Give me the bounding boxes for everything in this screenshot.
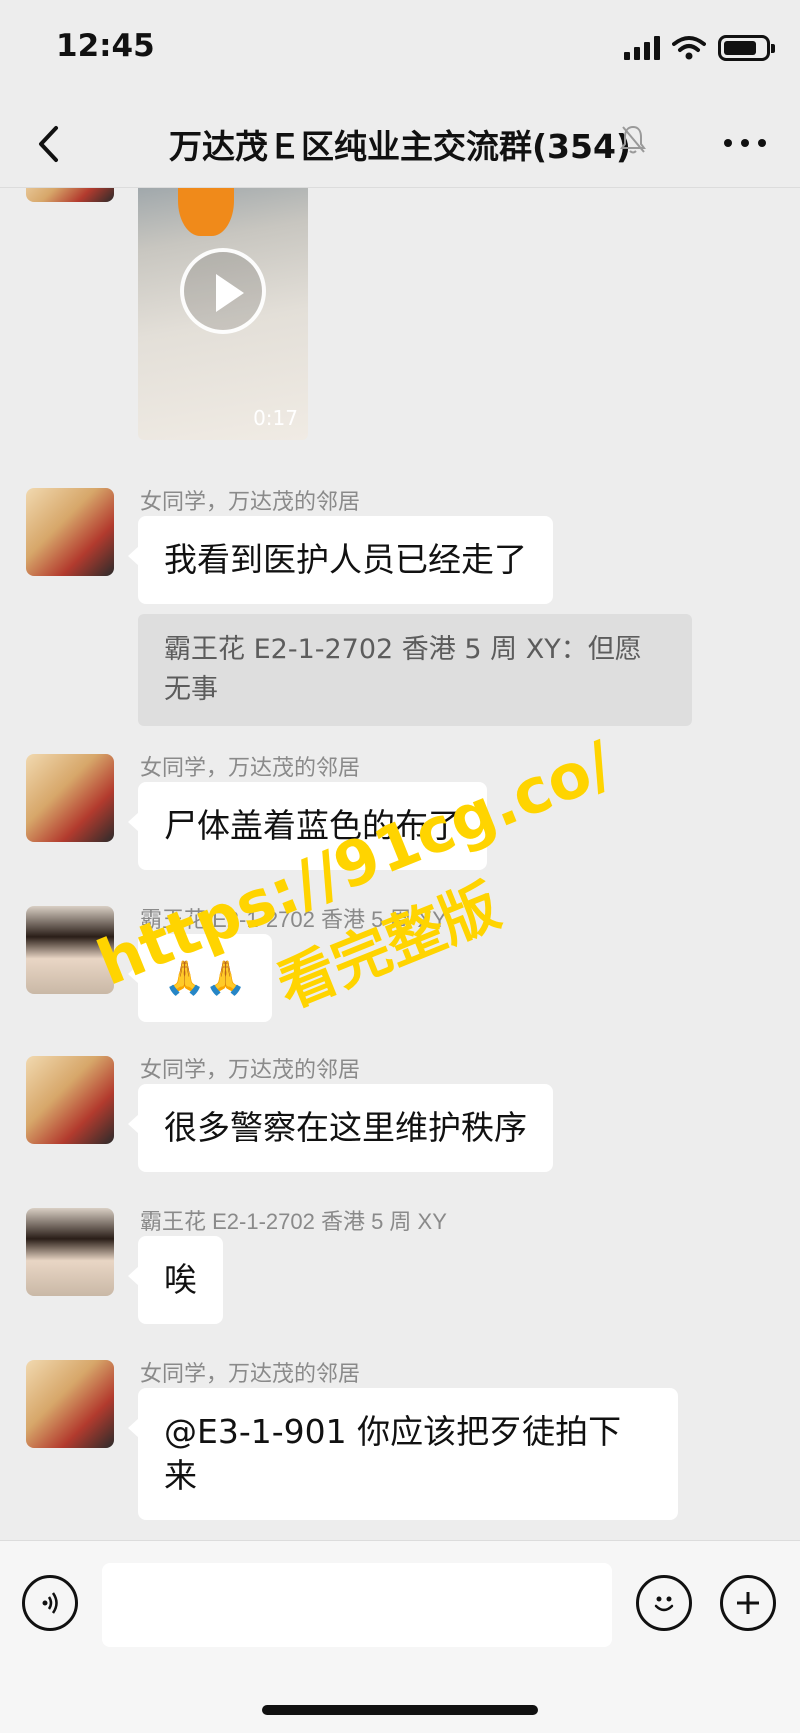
sender-name: 女同学，万达茂的邻居 (140, 1361, 361, 1386)
sender-name: 女同学，万达茂的邻居 (140, 489, 361, 514)
status-time: 12:45 (56, 28, 155, 64)
message-input[interactable] (102, 1563, 612, 1647)
play-icon[interactable] (180, 248, 266, 334)
mute-icon (620, 125, 646, 154)
more-icon (724, 139, 732, 147)
plus-icon (737, 1592, 759, 1614)
emoji-button[interactable] (636, 1575, 692, 1631)
status-bar: 12:45 (0, 0, 800, 100)
status-icons (624, 34, 775, 62)
voice-button[interactable] (22, 1575, 78, 1631)
avatar[interactable] (26, 188, 114, 202)
quote-reply[interactable]: 霸王花 E2-1-2702 香港 5 周 XY：但愿无事 (138, 614, 692, 726)
avatar[interactable] (26, 488, 114, 576)
signal-icon (624, 36, 660, 60)
chat-title: 万达茂Ｅ区纯业主交流群(354) (168, 127, 632, 166)
nav-bar: 万达茂Ｅ区纯业主交流群(354) (0, 100, 800, 188)
message-bubble[interactable]: @E3-1-901 你应该把歹徒拍下来 (128, 1388, 678, 1520)
video-duration: 0:17 (253, 406, 298, 430)
wifi-icon (672, 36, 706, 60)
sender-name: 霸王花 E2-1-2702 香港 5 周 XY (140, 1209, 447, 1234)
emoji-icon (654, 1596, 674, 1612)
avatar[interactable] (26, 1208, 114, 1296)
voice-icon (42, 1592, 58, 1614)
battery-icon (718, 35, 775, 61)
avatar[interactable] (26, 1056, 114, 1144)
more-button[interactable] (724, 128, 766, 158)
battery-level (724, 41, 756, 55)
video-message[interactable]: 0:17 (138, 188, 308, 440)
home-indicator (262, 1705, 538, 1715)
video-thumbnail-content (178, 188, 234, 236)
plus-button[interactable] (720, 1575, 776, 1631)
message-bubble[interactable]: 我看到医护人员已经走了 (128, 516, 553, 604)
message-bubble[interactable]: 唉 (128, 1236, 223, 1324)
avatar[interactable] (26, 754, 114, 842)
avatar[interactable] (26, 1360, 114, 1448)
sender-name: 女同学，万达茂的邻居 (140, 755, 361, 780)
